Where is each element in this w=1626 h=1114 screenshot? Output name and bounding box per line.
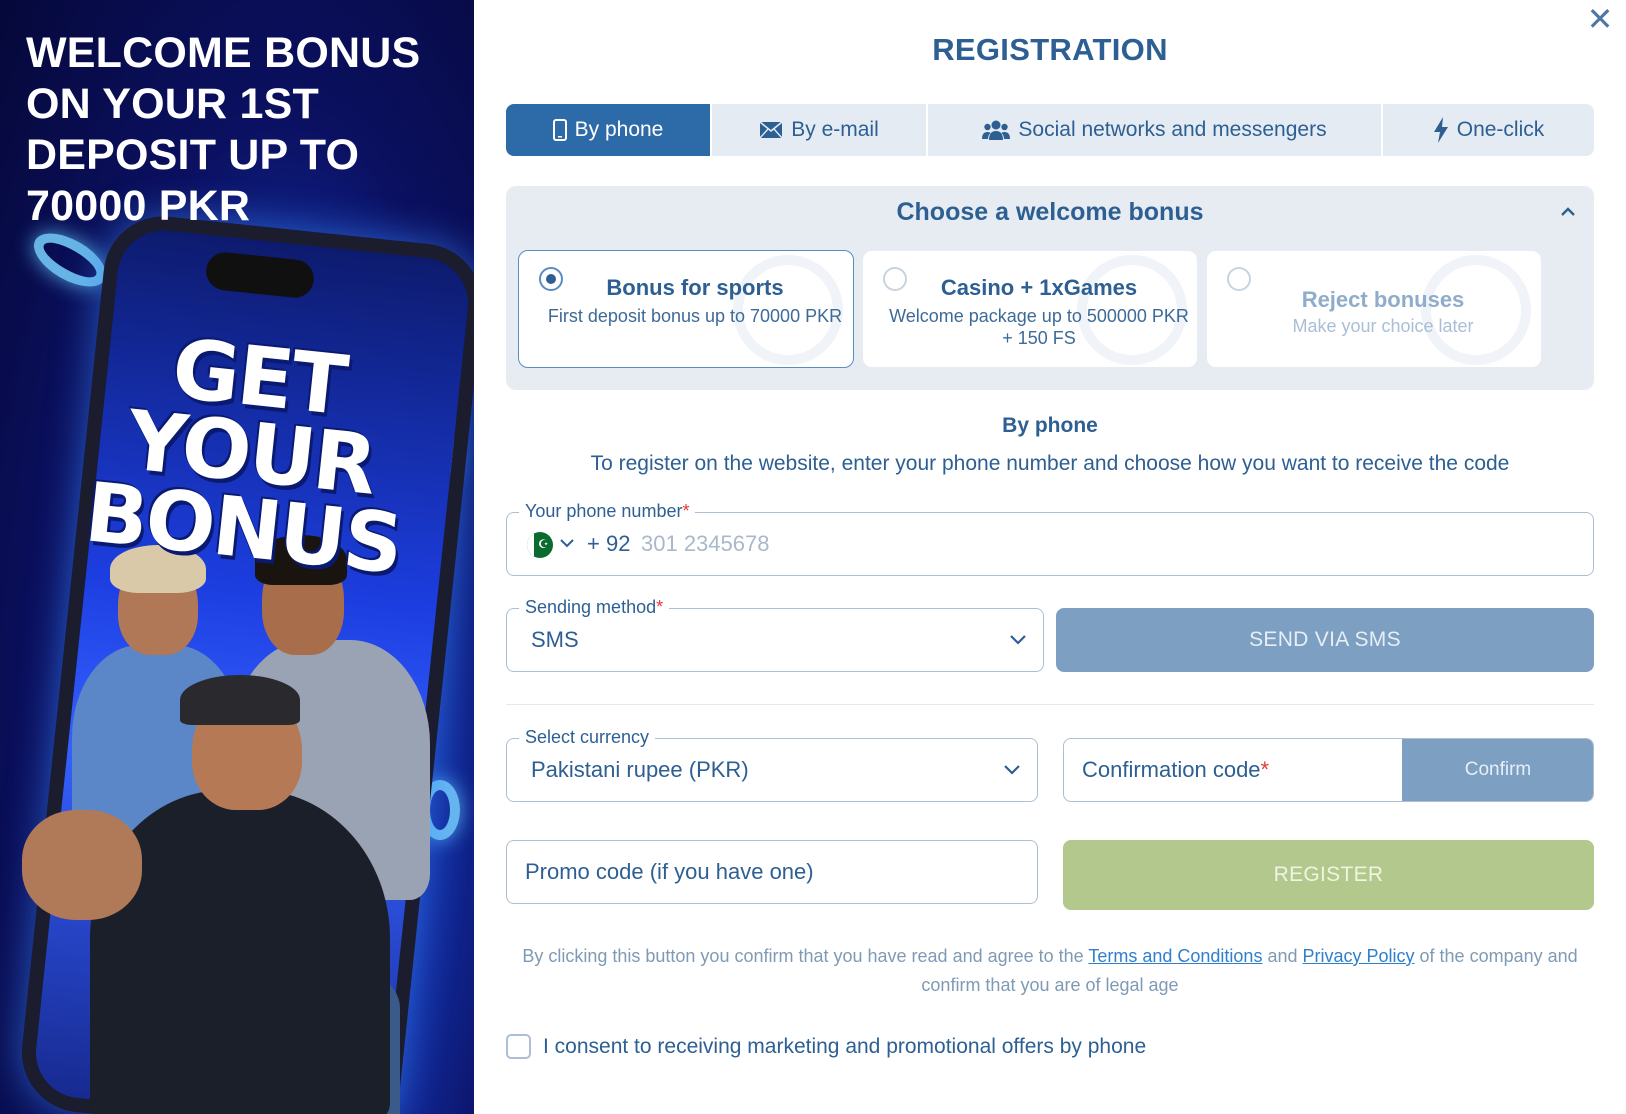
confirm-button[interactable]: Confirm — [1402, 739, 1593, 801]
chevron-up-icon[interactable] — [1558, 202, 1578, 222]
person-illustration — [180, 675, 300, 725]
tab-label: One-click — [1456, 118, 1545, 141]
bonus-option-reject[interactable]: Reject bonuses Make your choice later — [1206, 250, 1542, 368]
person-illustration — [22, 810, 142, 920]
promo-headline: WELCOME BONUS ON YOUR 1ST DEPOSIT UP TO … — [26, 29, 421, 230]
confirmation-code-placeholder: Confirmation code* — [1082, 757, 1270, 782]
bonus-option-description: First deposit bonus up to 70000 PKR — [547, 306, 843, 326]
consent-label: I consent to receiving marketing and pro… — [543, 1034, 1147, 1058]
mail-icon — [759, 121, 783, 139]
tab-by-email[interactable]: By e-mail — [712, 104, 928, 156]
tab-label: Social networks and messengers — [1018, 118, 1327, 141]
field-label: Select currency — [519, 727, 656, 747]
bonus-option-casino[interactable]: Casino + 1xGames Welcome package up to 5… — [862, 250, 1198, 368]
people-icon — [982, 119, 1011, 141]
get-your-bonus-text: GET YOUR BONUS — [80, 321, 406, 593]
select-value: Pakistani rupee (PKR) — [531, 757, 749, 782]
bonus-option-sports[interactable]: Bonus for sports First deposit bonus up … — [518, 250, 854, 368]
bonus-option-description: Welcome package up to 500000 PKR + 150 F… — [889, 306, 1189, 348]
tab-label: By phone — [574, 118, 664, 141]
terms-text: By clicking this button you confirm that… — [522, 946, 1089, 966]
sending-method-select[interactable]: Sending method* SMS — [506, 597, 1044, 672]
tab-social-networks[interactable]: Social networks and messengers — [928, 104, 1383, 156]
page-title: REGISTRATION — [932, 32, 1168, 67]
tab-one-click[interactable]: One-click — [1383, 104, 1594, 156]
currency-select[interactable]: Select currency Pakistani rupee (PKR) — [506, 727, 1038, 802]
field-label: Sending method* — [519, 597, 670, 617]
tab-label: By e-mail — [791, 118, 879, 141]
chevron-down-icon — [1009, 633, 1027, 651]
privacy-link[interactable]: Privacy Policy — [1303, 946, 1415, 966]
method-title: By phone — [1002, 414, 1098, 437]
bonus-option-name: Reject bonuses — [1301, 287, 1465, 312]
country-code: + 92 — [587, 531, 631, 556]
promo-banner: GET YOUR BONUS WELCOME BONUS ON YOUR 1ST… — [0, 0, 474, 1114]
chevron-down-icon — [1003, 763, 1021, 781]
promo-code-input[interactable]: Promo code (if you have one) — [506, 840, 1038, 904]
phone-number-field[interactable]: Your phone number* ☪ + 92 301 2345678 — [506, 501, 1594, 576]
send-via-sms-button[interactable]: SEND VIA SMS — [1056, 608, 1594, 672]
chevron-down-icon[interactable] — [559, 535, 575, 553]
divider — [506, 704, 1594, 705]
phone-icon — [552, 119, 567, 141]
terms-text: and — [1262, 946, 1303, 966]
registration-tabs: By phone By e-mail Social networks and m… — [506, 104, 1594, 156]
bonus-panel-title: Choose a welcome bonus — [896, 198, 1204, 226]
bonus-option-name: Bonus for sports — [606, 275, 784, 300]
terms-link[interactable]: Terms and Conditions — [1088, 946, 1262, 966]
tab-by-phone[interactable]: By phone — [506, 104, 712, 156]
welcome-bonus-panel: Choose a welcome bonus Bonus for sports … — [506, 186, 1594, 390]
promo-code-placeholder: Promo code (if you have one) — [525, 859, 814, 884]
confirmation-code-field[interactable]: Confirmation code* Confirm — [1063, 738, 1594, 802]
terms-notice: By clicking this button you confirm that… — [504, 942, 1596, 1000]
marketing-consent: I consent to receiving marketing and pro… — [506, 1034, 1146, 1059]
register-button[interactable]: REGISTER — [1063, 840, 1594, 910]
phone-input-placeholder[interactable]: 301 2345678 — [641, 531, 769, 557]
registration-page: GET YOUR BONUS WELCOME BONUS ON YOUR 1ST… — [0, 0, 1626, 1114]
consent-checkbox[interactable] — [506, 1034, 531, 1059]
field-label: Your phone number* — [519, 501, 696, 521]
close-icon[interactable]: ✕ — [1586, 3, 1614, 35]
method-description: To register on the website, enter your p… — [590, 452, 1510, 475]
registration-form: ✕ REGISTRATION By phone By e-mail Social… — [474, 0, 1626, 1114]
lightning-icon — [1433, 117, 1449, 143]
pakistan-flag-icon[interactable]: ☪ — [527, 532, 553, 558]
select-value: SMS — [531, 627, 579, 652]
bonus-option-description: Make your choice later — [1292, 316, 1474, 336]
bonus-option-name: Casino + 1xGames — [940, 275, 1138, 300]
